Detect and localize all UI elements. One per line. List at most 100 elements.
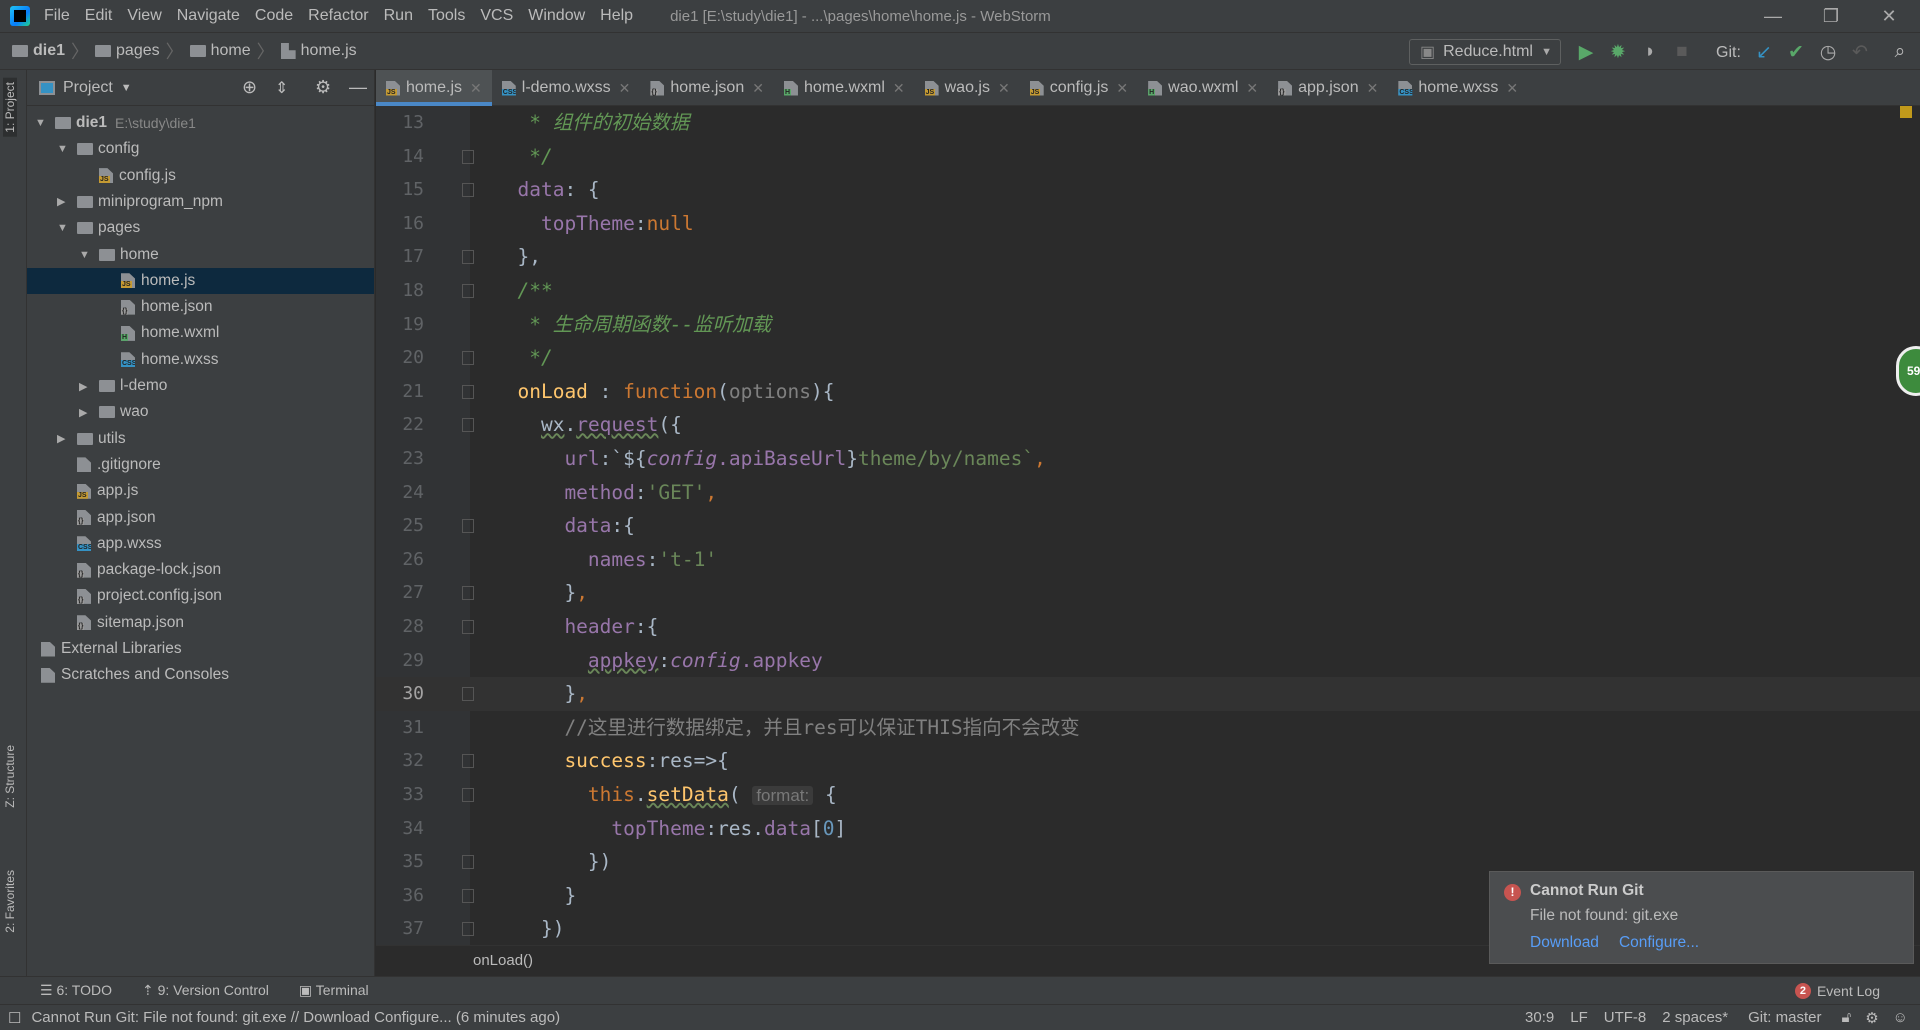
menu-navigate[interactable]: Navigate <box>177 7 240 25</box>
fold-marker-icon[interactable] <box>462 922 474 937</box>
minimize-button[interactable]: — <box>1744 0 1802 33</box>
locate-icon[interactable]: ⊕ <box>242 77 257 98</box>
fold-marker-icon[interactable] <box>462 586 474 601</box>
fold-marker-icon[interactable] <box>462 687 474 702</box>
tree-item[interactable]: ▼ home <box>27 242 374 268</box>
breadcrumb-die1[interactable]: die1 <box>12 42 65 60</box>
history-icon[interactable]: ◷ <box>1816 40 1840 64</box>
tree-item[interactable]: {} package-lock.json <box>27 557 374 583</box>
indent-setting[interactable]: 2 spaces* <box>1662 1009 1728 1026</box>
tree-item[interactable]: ▼ die1 E:\study\die1 <box>27 110 374 136</box>
tab-home-wxss[interactable]: CSS home.wxss ✕ <box>1388 70 1528 106</box>
caret-position[interactable]: 30:9 <box>1525 1009 1554 1026</box>
menu-file[interactable]: File <box>44 7 70 25</box>
search-icon[interactable]: ⌕ <box>1888 40 1912 64</box>
menu-view[interactable]: View <box>127 7 161 25</box>
expanded-arrow-icon[interactable]: ▼ <box>79 249 93 261</box>
menu-tools[interactable]: Tools <box>428 7 465 25</box>
debug-icon[interactable]: ✹ <box>1606 40 1630 64</box>
collapse-all-icon[interactable]: ⇕ <box>275 78 288 98</box>
close-tab-icon[interactable]: ✕ <box>893 80 905 97</box>
fold-marker-icon[interactable] <box>462 788 474 802</box>
menu-edit[interactable]: Edit <box>85 7 113 25</box>
download-link[interactable]: Download <box>1530 934 1599 951</box>
breadcrumb-home-js[interactable]: home.js <box>280 42 357 60</box>
expanded-arrow-icon[interactable]: ▼ <box>57 143 71 155</box>
tree-item[interactable]: CSS home.wxss <box>27 347 374 373</box>
close-tab-icon[interactable]: ✕ <box>1246 80 1258 97</box>
inspection-badge[interactable]: 59 <box>1896 346 1920 396</box>
favorites-tool-tab[interactable]: 2: Favorites <box>3 870 17 933</box>
gear-icon[interactable]: ⚙ <box>315 77 331 98</box>
tree-item[interactable]: Scratches and Consoles <box>27 662 374 688</box>
version-control-tool-tab[interactable]: ⇡ 9: Version Control <box>142 982 269 999</box>
tree-item[interactable]: {} app.json <box>27 505 374 531</box>
close-tab-icon[interactable]: ✕ <box>1367 80 1379 97</box>
tree-item[interactable]: ▶ wao <box>27 399 374 425</box>
tree-item[interactable]: External Libraries <box>27 636 374 662</box>
expanded-arrow-icon[interactable]: ▼ <box>35 117 49 129</box>
close-tab-icon[interactable]: ✕ <box>1116 80 1128 97</box>
collapsed-arrow-icon[interactable]: ▶ <box>57 432 71 445</box>
breadcrumb-home[interactable]: home <box>189 42 251 60</box>
close-window-button[interactable]: ✕ <box>1860 0 1918 33</box>
menu-window[interactable]: Window <box>528 7 585 25</box>
close-tab-icon[interactable]: ✕ <box>998 80 1010 97</box>
tree-item[interactable]: CSS app.wxss <box>27 531 374 557</box>
event-log-tab[interactable]: 2 Event Log <box>1794 982 1880 999</box>
fold-marker-icon[interactable] <box>462 351 474 366</box>
run-icon[interactable]: ▶ <box>1574 40 1598 64</box>
git-update-icon[interactable]: ↙ <box>1752 40 1776 64</box>
tree-item[interactable]: {} home.json <box>27 294 374 320</box>
coverage-icon[interactable]: ◗ <box>1638 40 1662 64</box>
file-encoding[interactable]: UTF-8 <box>1604 1009 1647 1026</box>
tree-item[interactable]: ▼ pages <box>27 215 374 241</box>
lock-icon[interactable]: 🔓︎ <box>1841 1009 1851 1026</box>
fold-marker-icon[interactable] <box>462 855 474 870</box>
project-tool-tab[interactable]: 1: Project <box>3 78 17 137</box>
collapsed-arrow-icon[interactable]: ▶ <box>57 195 71 208</box>
inspection-settings-icon[interactable]: ⚙ <box>1865 1009 1878 1027</box>
close-tab-icon[interactable]: ✕ <box>1506 80 1518 97</box>
close-tab-icon[interactable]: ✕ <box>619 80 631 97</box>
tab-config-js[interactable]: JS config.js ✕ <box>1020 70 1138 106</box>
fold-marker-icon[interactable] <box>462 384 474 399</box>
terminal-tool-tab[interactable]: ▣ Terminal <box>299 982 369 999</box>
stop-icon[interactable]: ■ <box>1670 40 1694 64</box>
tree-item[interactable]: {} sitemap.json <box>27 610 374 636</box>
fold-marker-icon[interactable] <box>462 250 474 265</box>
status-message[interactable]: Cannot Run Git: File not found: git.exe … <box>31 1009 560 1026</box>
tree-item[interactable]: ▶ miniprogram_npm <box>27 189 374 215</box>
warning-marker-icon[interactable] <box>1900 106 1912 118</box>
menu-code[interactable]: Code <box>255 7 293 25</box>
tree-item[interactable]: ▶ l-demo <box>27 373 374 399</box>
menu-refactor[interactable]: Refactor <box>308 7 368 25</box>
collapsed-arrow-icon[interactable]: ▶ <box>79 380 93 393</box>
collapsed-arrow-icon[interactable]: ▶ <box>79 406 93 419</box>
tab-home-json[interactable]: {} home.json ✕ <box>640 70 774 106</box>
git-commit-icon[interactable]: ✔ <box>1784 40 1808 64</box>
tree-item[interactable]: ▼ config <box>27 136 374 162</box>
tab-wao-js[interactable]: JS wao.js ✕ <box>915 70 1020 106</box>
tab-home-wxml[interactable]: Hhome.wxml ✕ <box>774 70 915 106</box>
run-configuration-select[interactable]: ▣ Reduce.html ▼ <box>1409 39 1561 65</box>
fold-marker-icon[interactable] <box>462 519 474 534</box>
hide-panel-icon[interactable]: — <box>349 77 367 98</box>
fold-marker-icon[interactable] <box>462 620 474 634</box>
tree-item[interactable]: JS app.js <box>27 478 374 504</box>
breadcrumb-pages[interactable]: pages <box>95 42 160 60</box>
close-tab-icon[interactable]: ✕ <box>752 80 764 97</box>
fold-marker-icon[interactable] <box>462 754 474 769</box>
fold-marker-icon[interactable] <box>462 888 474 903</box>
tree-item[interactable]: .gitignore <box>27 452 374 478</box>
fold-marker-icon[interactable] <box>462 418 474 433</box>
chevron-down-icon[interactable]: ▼ <box>121 82 132 94</box>
tab-app-json[interactable]: {} app.json ✕ <box>1268 70 1388 106</box>
expanded-arrow-icon[interactable]: ▼ <box>57 222 71 234</box>
toggle-tool-windows-icon[interactable]: ☐ <box>8 1009 21 1027</box>
fold-marker-icon[interactable] <box>462 284 474 298</box>
tree-item[interactable]: JS config.js <box>27 163 374 189</box>
structure-tool-tab[interactable]: Z: Structure <box>3 745 17 808</box>
tab-wao-wxml[interactable]: Hwao.wxml ✕ <box>1138 70 1268 106</box>
restore-button[interactable]: ❐ <box>1802 0 1860 33</box>
